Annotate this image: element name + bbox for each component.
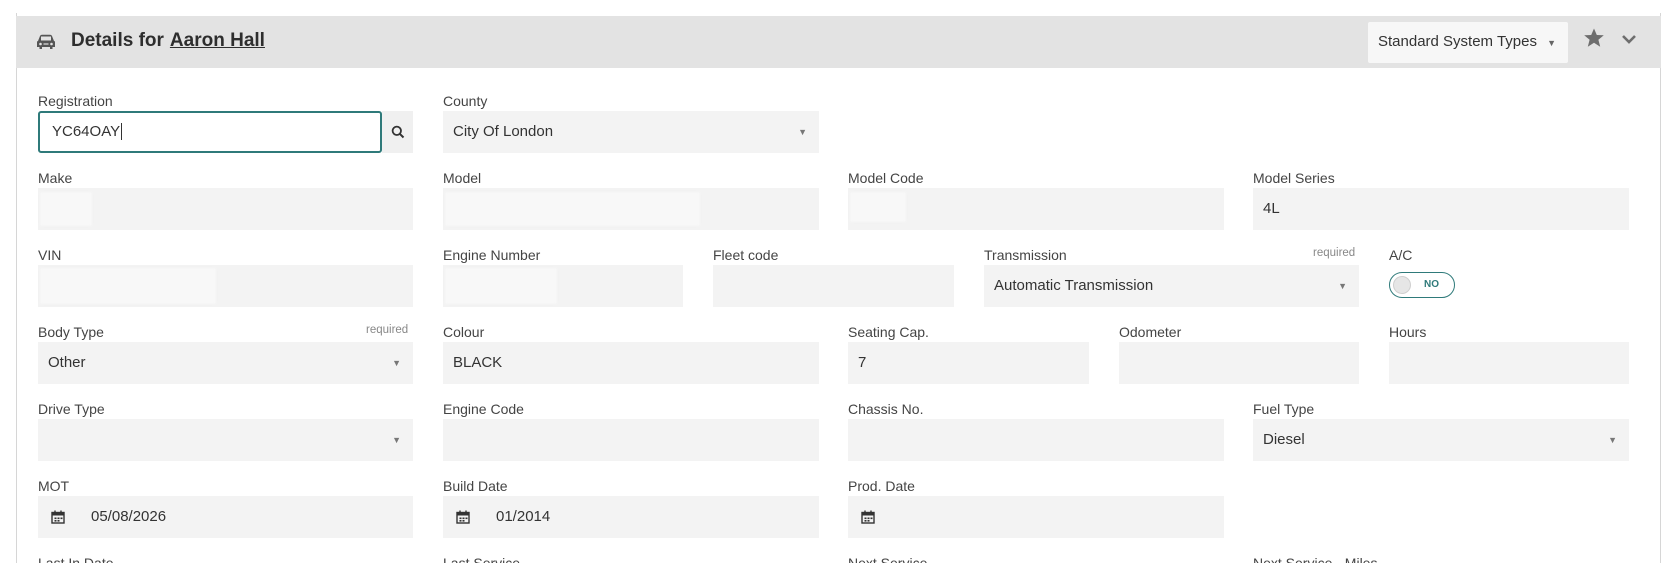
- ac-toggle[interactable]: NO: [1389, 272, 1455, 298]
- fuel-type-label: Fuel Type: [1253, 401, 1315, 417]
- chassis-input[interactable]: [848, 419, 1224, 461]
- dropdown-caret-icon: ▼: [1338, 281, 1347, 291]
- model-series-input[interactable]: 4L: [1253, 188, 1629, 230]
- odometer-label: Odometer: [1119, 324, 1182, 340]
- calendar-icon[interactable]: [861, 510, 875, 524]
- transmission-required: required: [1313, 247, 1356, 259]
- prod-date-input[interactable]: [848, 496, 1224, 538]
- model-series-label: Model Series: [1253, 170, 1335, 186]
- build-date-value: 01/2014: [496, 508, 551, 525]
- next-service-label: Next Service: [848, 555, 928, 563]
- dropdown-caret-icon: ▼: [392, 358, 401, 368]
- chevron-down-icon[interactable]: [1620, 30, 1638, 48]
- colour-input[interactable]: BLACK: [443, 342, 819, 384]
- title-prefix: Details for: [71, 30, 164, 51]
- county-label: County: [443, 93, 488, 109]
- model-code-label: Model Code: [848, 170, 924, 186]
- seating-input[interactable]: 7: [848, 342, 1089, 384]
- drive-type-select[interactable]: ▼: [38, 419, 413, 461]
- mot-input[interactable]: 05/08/2026: [38, 496, 413, 538]
- registration-label: Registration: [38, 93, 113, 109]
- engine-number-redacted: [445, 268, 557, 304]
- engine-code-label: Engine Code: [443, 401, 524, 417]
- calendar-icon[interactable]: [51, 510, 65, 524]
- car-icon: [37, 34, 55, 49]
- star-icon[interactable]: [1582, 26, 1606, 50]
- make-redacted: [40, 192, 92, 226]
- county-value: City Of London: [453, 123, 554, 140]
- model-code-redacted: [850, 192, 906, 222]
- fleet-code-input[interactable]: [713, 265, 954, 307]
- page-title: Details for Aaron Hall: [71, 30, 265, 52]
- transmission-value: Automatic Transmission: [994, 277, 1154, 294]
- chassis-label: Chassis No.: [848, 401, 924, 417]
- fuel-type-value: Diesel: [1263, 431, 1305, 448]
- registration-search-button[interactable]: [382, 111, 413, 153]
- transmission-label: Transmission: [984, 247, 1067, 263]
- system-types-select[interactable]: Standard System Types ▼: [1368, 22, 1568, 63]
- dropdown-caret-icon: ▼: [1547, 38, 1556, 48]
- registration-input[interactable]: YC64OAY: [38, 111, 382, 153]
- prod-date-label: Prod. Date: [848, 478, 915, 494]
- engine-code-input[interactable]: [443, 419, 819, 461]
- vin-redacted: [40, 268, 216, 304]
- next-service-miles-label: Next Service - Miles: [1253, 555, 1378, 563]
- search-icon: [391, 125, 405, 139]
- dropdown-caret-icon: ▼: [798, 127, 807, 137]
- last-service-label: Last Service: [443, 555, 521, 563]
- model-redacted: [445, 192, 700, 226]
- vin-label: VIN: [38, 247, 62, 263]
- hours-label: Hours: [1389, 324, 1427, 340]
- seating-value: 7: [858, 354, 867, 371]
- ac-toggle-state: NO: [1424, 279, 1439, 290]
- engine-number-label: Engine Number: [443, 247, 541, 263]
- model-series-value: 4L: [1263, 200, 1280, 217]
- fuel-type-select[interactable]: Diesel ▼: [1253, 419, 1629, 461]
- customer-name-link[interactable]: Aaron Hall: [170, 30, 265, 51]
- build-date-label: Build Date: [443, 478, 508, 494]
- colour-value: BLACK: [453, 354, 503, 371]
- toggle-knob: [1393, 276, 1411, 294]
- fleet-code-label: Fleet code: [713, 247, 779, 263]
- hours-input[interactable]: [1389, 342, 1629, 384]
- body-type-value: Other: [48, 354, 86, 371]
- dropdown-caret-icon: ▼: [1608, 435, 1617, 445]
- odometer-input[interactable]: [1119, 342, 1359, 384]
- body-type-label: Body Type: [38, 324, 104, 340]
- panel-header: Details for Aaron Hall Standard System Ty…: [16, 16, 1661, 68]
- body-type-select[interactable]: Other ▼: [38, 342, 413, 384]
- colour-label: Colour: [443, 324, 485, 340]
- mot-label: MOT: [38, 478, 70, 494]
- seating-label: Seating Cap.: [848, 324, 929, 340]
- mot-value: 05/08/2026: [91, 508, 167, 525]
- body-type-required: required: [366, 324, 409, 336]
- make-input[interactable]: [38, 188, 413, 230]
- registration-value: YC64OAY: [52, 123, 121, 140]
- system-types-value: Standard System Types: [1378, 33, 1537, 50]
- calendar-icon[interactable]: [456, 510, 470, 524]
- last-in-date-label: Last In Date: [38, 555, 114, 563]
- ac-label: A/C: [1389, 247, 1413, 263]
- county-select[interactable]: City Of London ▼: [443, 111, 819, 153]
- dropdown-caret-icon: ▼: [392, 435, 401, 445]
- drive-type-label: Drive Type: [38, 401, 105, 417]
- transmission-select[interactable]: Automatic Transmission ▼: [984, 265, 1359, 307]
- build-date-input[interactable]: 01/2014: [443, 496, 819, 538]
- model-label: Model: [443, 170, 482, 186]
- make-label: Make: [38, 170, 73, 186]
